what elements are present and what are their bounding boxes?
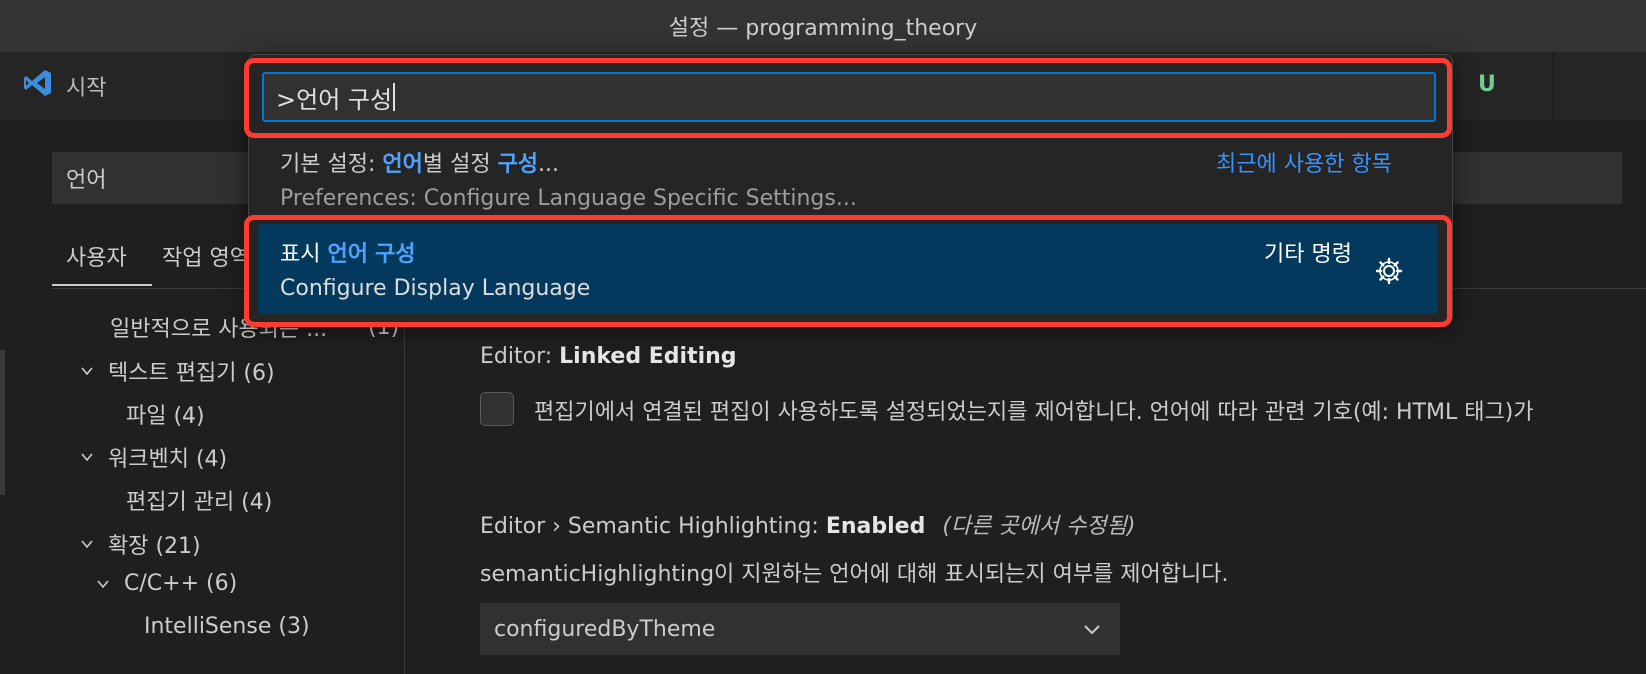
tab-user-settings[interactable]: 사용자 <box>66 240 127 272</box>
chevron-down-icon <box>1084 625 1100 635</box>
toc-item-editor-management[interactable]: 편집기 관리 (4) <box>126 484 272 516</box>
toc-item-files[interactable]: 파일 (4) <box>126 398 205 430</box>
active-subtab-underline <box>52 284 152 286</box>
setting-name: Linked Editing <box>559 344 737 369</box>
match-highlight: 구성 <box>497 152 539 177</box>
toc-item-label: 확장 (21) <box>108 534 201 559</box>
toc-item-label: 파일 (4) <box>126 404 205 429</box>
chevron-down-icon <box>81 367 93 376</box>
semantic-highlighting-select[interactable]: configuredByTheme <box>480 603 1120 655</box>
setting-category: Editor: <box>480 344 560 369</box>
toc-item-workbench[interactable]: 워크벤치 (4) <box>80 441 227 473</box>
tab-welcome[interactable]: 시작 <box>0 52 250 120</box>
title-part: 별 설정 <box>422 152 498 177</box>
title-part: 기본 설정: <box>280 152 383 177</box>
untracked-badge: U <box>1478 72 1496 97</box>
tab-workspace-settings[interactable]: 작업 영역 <box>162 240 250 272</box>
tab-welcome-label: 시작 <box>66 76 107 101</box>
match-highlight: 언어 <box>382 152 423 177</box>
scroll-indicator <box>0 350 5 495</box>
setting-semantic-title: Editor › Semantic Highlighting: Enabled … <box>480 508 1135 540</box>
vscode-logo-icon <box>22 67 54 105</box>
setting-semantic-description: semanticHighlighting이 지원하는 언어에 대해 표시되는지 … <box>480 562 1229 587</box>
chevron-down-icon <box>81 453 93 462</box>
settings-search-value: 언어 <box>66 168 107 193</box>
toc-item-extensions[interactable]: 확장 (21) <box>80 528 201 560</box>
setting-linked-editing-description: 편집기에서 연결된 편집이 사용하도록 설정되었는지를 제어합니다. 언어에 따… <box>534 400 1534 425</box>
modified-elsewhere-link[interactable]: (다른 곳에서 수정됨) <box>942 514 1135 539</box>
window-title: 설정 — programming_theory <box>668 16 978 41</box>
toc-item-text-editor[interactable]: 텍스트 편집기 (6) <box>80 355 275 387</box>
recently-used-label: 최근에 사용한 항목 <box>1216 152 1392 177</box>
annotation-box-selected-item <box>244 215 1452 327</box>
annotation-box-input <box>244 58 1452 138</box>
window-title-bar: 설정 — programming_theory <box>0 0 1646 52</box>
toc-item-label: 텍스트 편집기 (6) <box>108 361 275 386</box>
toc-item-label: 워크벤치 (4) <box>108 447 228 472</box>
setting-linked-editing-title: Editor: Linked Editing <box>480 344 737 369</box>
setting-category: Editor › Semantic Highlighting: <box>480 514 826 539</box>
toc-item-label: C/C++ (6) <box>124 571 238 596</box>
toc-item-label: 편집기 관리 (4) <box>126 490 273 515</box>
linked-editing-checkbox[interactable] <box>480 392 514 426</box>
toc-item-label: IntelliSense (3) <box>144 614 310 639</box>
palette-item-configure-language-settings[interactable]: 기본 설정: 언어별 설정 구성... <box>280 146 559 178</box>
palette-item-subtitle: Preferences: Configure Language Specific… <box>280 186 857 211</box>
toc-item-intellisense[interactable]: IntelliSense (3) <box>144 614 310 639</box>
setting-name: Enabled <box>825 514 926 539</box>
select-value: configuredByTheme <box>494 616 716 642</box>
chevron-down-icon <box>81 540 93 549</box>
toc-item-cpp[interactable]: C/C++ (6) <box>96 571 237 596</box>
title-part: ... <box>538 152 560 177</box>
tab-divider <box>1552 52 1554 120</box>
chevron-down-icon <box>97 579 109 588</box>
toc-divider <box>404 289 405 674</box>
